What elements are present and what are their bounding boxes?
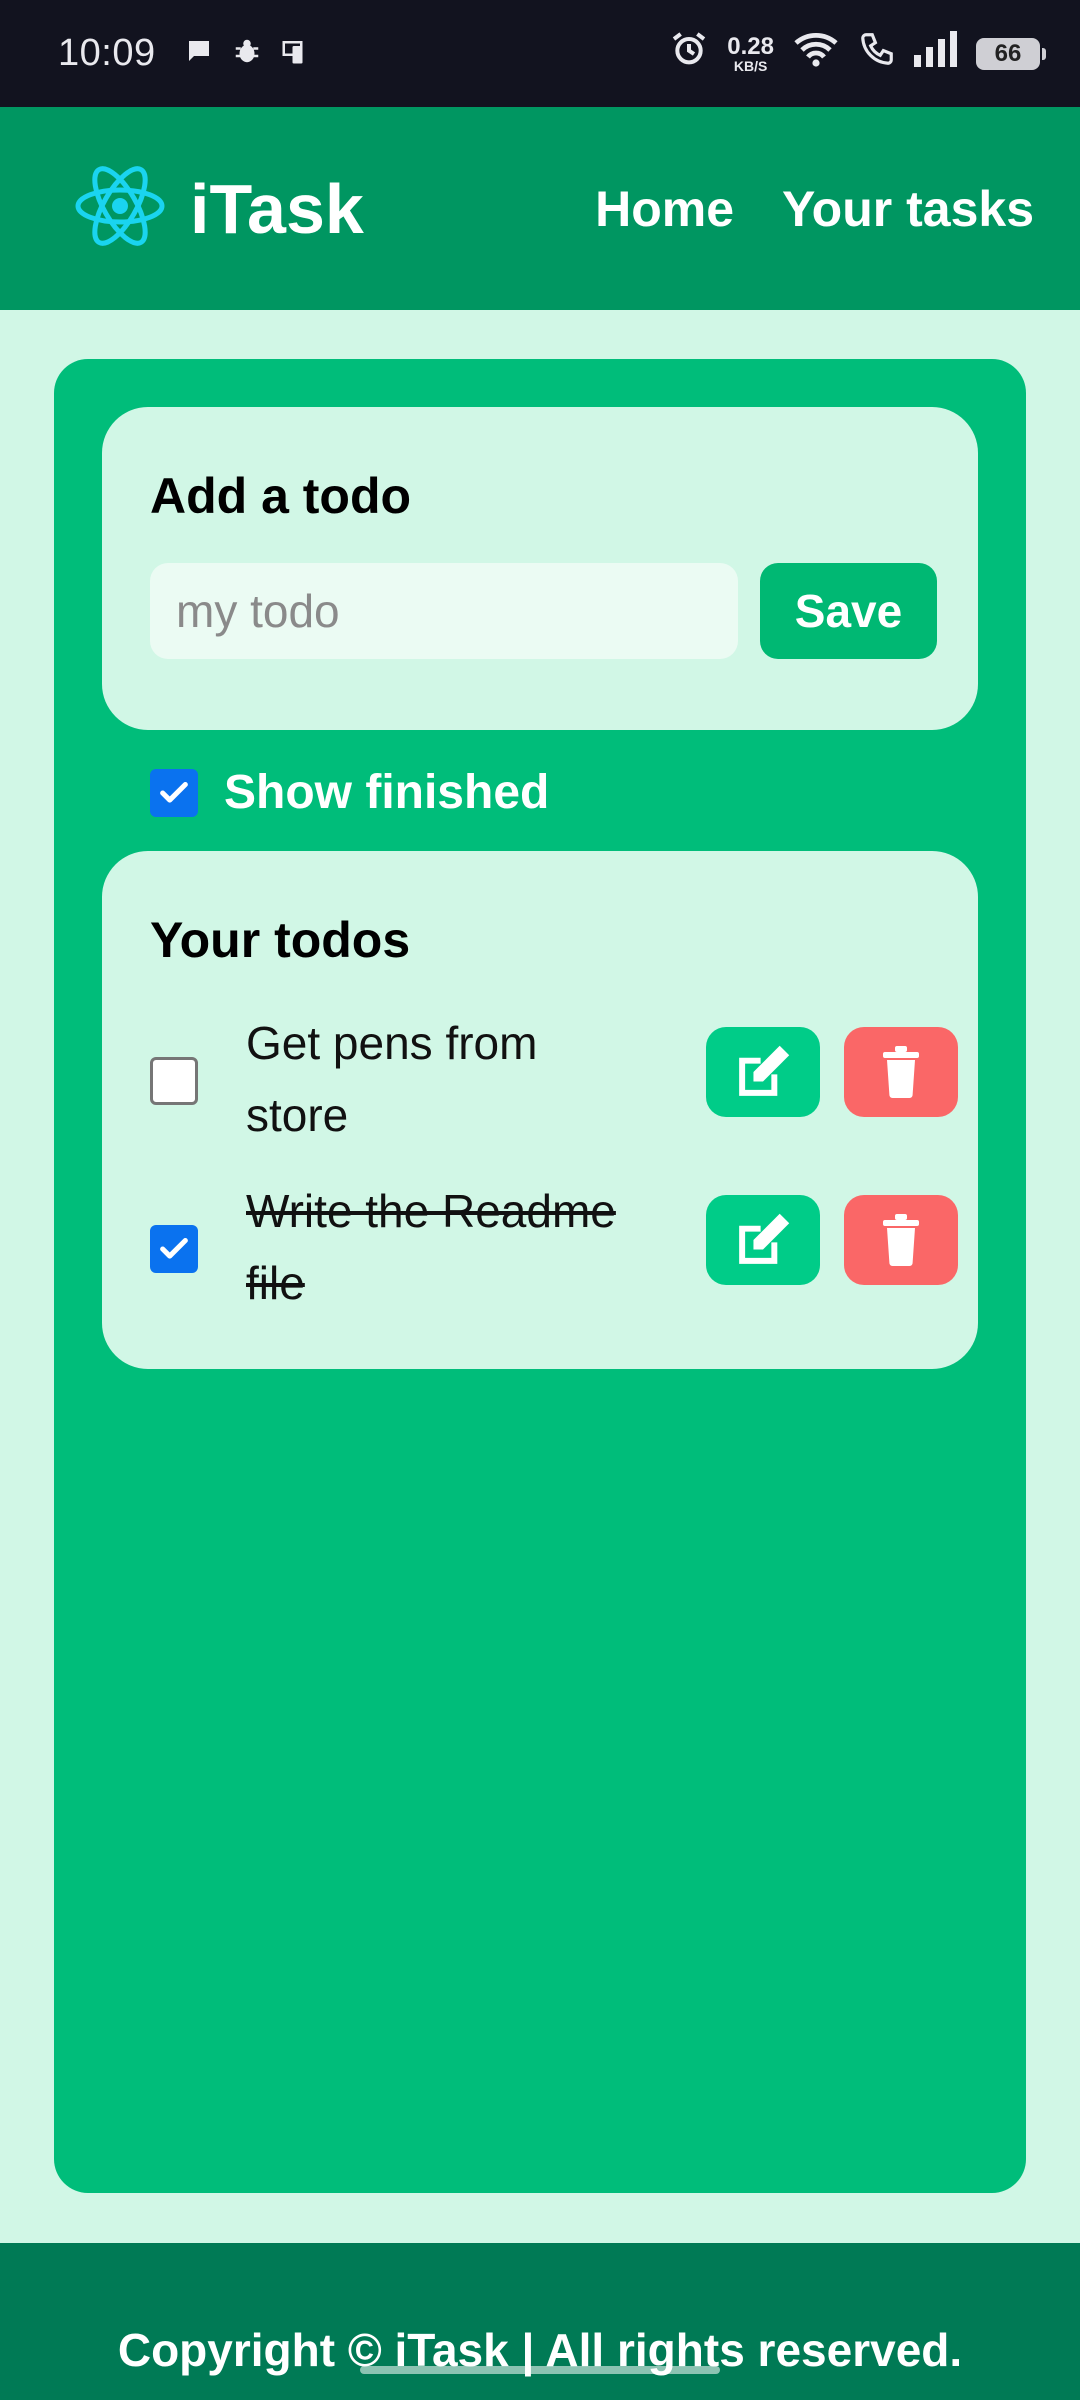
- show-finished-label: Show finished: [224, 766, 550, 819]
- show-finished-toggle[interactable]: Show finished: [150, 765, 549, 820]
- todo-checkbox[interactable]: [150, 1057, 198, 1105]
- nav-link-your-tasks[interactable]: Your tasks: [782, 180, 1034, 238]
- todos-card: Your todos Get pens from store Write the…: [102, 851, 978, 1369]
- net-speed-unit: KB/S: [733, 57, 768, 74]
- battery-icon: 66: [976, 37, 1046, 70]
- todos-title: Your todos: [150, 912, 411, 968]
- add-todo-title: Add a todo: [150, 468, 412, 524]
- atom-icon: [74, 156, 166, 261]
- todo-input[interactable]: [150, 563, 738, 659]
- edit-icon: [739, 1213, 790, 1264]
- delete-button[interactable]: [844, 1195, 958, 1285]
- net-speed: 0.28 KB/S: [727, 32, 774, 74]
- trash-icon: [883, 1046, 919, 1098]
- home-indicator[interactable]: [360, 2366, 720, 2374]
- call-icon: [858, 30, 896, 77]
- save-button[interactable]: Save: [760, 563, 937, 659]
- chat-icon: [184, 33, 214, 75]
- delete-button[interactable]: [844, 1027, 958, 1117]
- brand-name: iTask: [190, 169, 364, 248]
- navbar: iTask Home Your tasks: [0, 107, 1080, 310]
- todo-text: Write the Readme file: [246, 1185, 616, 1309]
- brand[interactable]: iTask: [74, 156, 364, 261]
- status-time: 10:09: [58, 32, 156, 74]
- bug-icon: [232, 33, 262, 75]
- signal-icon: [914, 31, 958, 76]
- todo-checkbox[interactable]: [150, 1225, 198, 1273]
- todo-item: Get pens from store: [150, 1001, 958, 1161]
- add-todo-card: Add a todo Save: [102, 407, 978, 730]
- edit-button[interactable]: [706, 1195, 820, 1285]
- nav-links: Home Your tasks: [595, 180, 1034, 238]
- footer: Copyright © iTask | All rights reserved.: [0, 2243, 1080, 2400]
- trash-icon: [883, 1214, 919, 1266]
- alarm-icon: [669, 29, 709, 78]
- checkmark-icon: [160, 1237, 188, 1259]
- todo-text: Get pens from store: [246, 1017, 538, 1141]
- edit-button[interactable]: [706, 1027, 820, 1117]
- status-right: 0.28 KB/S 66: [669, 29, 1046, 78]
- todo-item: Write the Readme file: [150, 1169, 958, 1329]
- status-left: 10:09: [58, 32, 310, 75]
- phone-icon: [280, 33, 310, 75]
- show-finished-checkbox[interactable]: [150, 768, 198, 817]
- status-bar: 10:09 0.28 KB/S 66: [0, 0, 1080, 107]
- edit-icon: [739, 1045, 790, 1096]
- wifi-icon: [792, 29, 840, 78]
- nav-link-home[interactable]: Home: [595, 180, 734, 238]
- net-speed-value: 0.28: [727, 32, 774, 60]
- main-container: Add a todo Save Show finished Your todos…: [54, 359, 1026, 2193]
- checkmark-icon: [160, 781, 188, 803]
